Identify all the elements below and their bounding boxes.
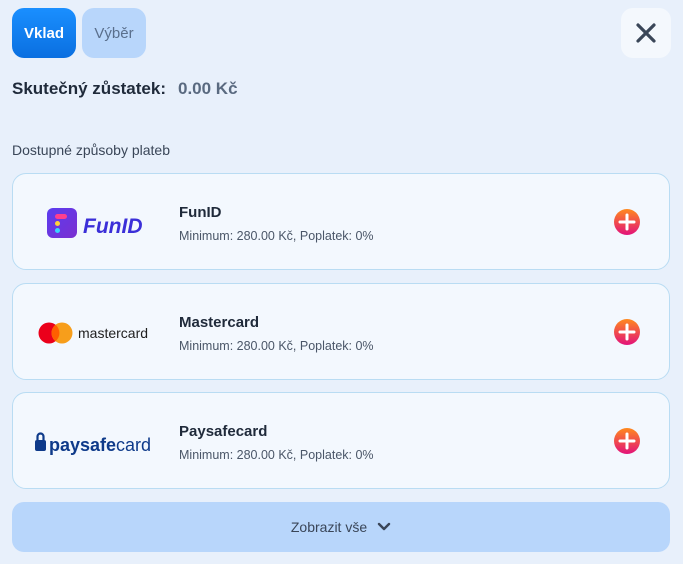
mastercard-logo: mastercard — [35, 284, 165, 381]
close-icon — [636, 23, 656, 43]
method-name: Paysafecard — [179, 423, 268, 440]
method-info: Minimum: 280.00 Kč, Poplatek: 0% — [179, 339, 374, 353]
balance-label: Skutečný zůstatek: — [12, 79, 166, 98]
svg-text:paysafecard: paysafecard — [49, 435, 151, 455]
section-label: Dostupné způsoby plateb — [12, 142, 170, 158]
method-info: Minimum: 280.00 Kč, Poplatek: 0% — [179, 229, 374, 243]
payment-method-paysafecard[interactable]: paysafecard Paysafecard Minimum: 280.00 … — [12, 392, 670, 489]
tab-withdraw[interactable]: Výběr — [82, 8, 146, 58]
show-all-label: Zobrazit vše — [290, 519, 368, 535]
tab-bar: Vklad Výběr — [12, 8, 146, 58]
paysafecard-logo: paysafecard — [35, 393, 165, 490]
chevron-down-icon — [377, 522, 391, 531]
plus-circle-icon[interactable] — [614, 428, 640, 454]
payment-method-mastercard[interactable]: mastercard Mastercard Minimum: 280.00 Kč… — [12, 283, 670, 380]
svg-text:FunID: FunID — [83, 215, 142, 238]
balance-value: 0.00 Kč — [178, 79, 238, 98]
close-button[interactable] — [621, 8, 671, 58]
funid-logo: FunID — [35, 174, 155, 271]
payment-method-funid[interactable]: FunID FunID Minimum: 280.00 Kč, Poplatek… — [12, 173, 670, 270]
show-all-button[interactable]: Zobrazit vše — [12, 502, 670, 552]
method-name: Mastercard — [179, 314, 260, 331]
balance: Skutečný zůstatek: 0.00 Kč — [12, 79, 238, 99]
method-name: FunID — [179, 204, 222, 221]
tab-deposit[interactable]: Vklad — [12, 8, 76, 58]
svg-text:mastercard: mastercard — [78, 325, 148, 341]
plus-circle-icon[interactable] — [614, 319, 640, 345]
plus-circle-icon[interactable] — [614, 209, 640, 235]
method-info: Minimum: 280.00 Kč, Poplatek: 0% — [179, 448, 374, 462]
